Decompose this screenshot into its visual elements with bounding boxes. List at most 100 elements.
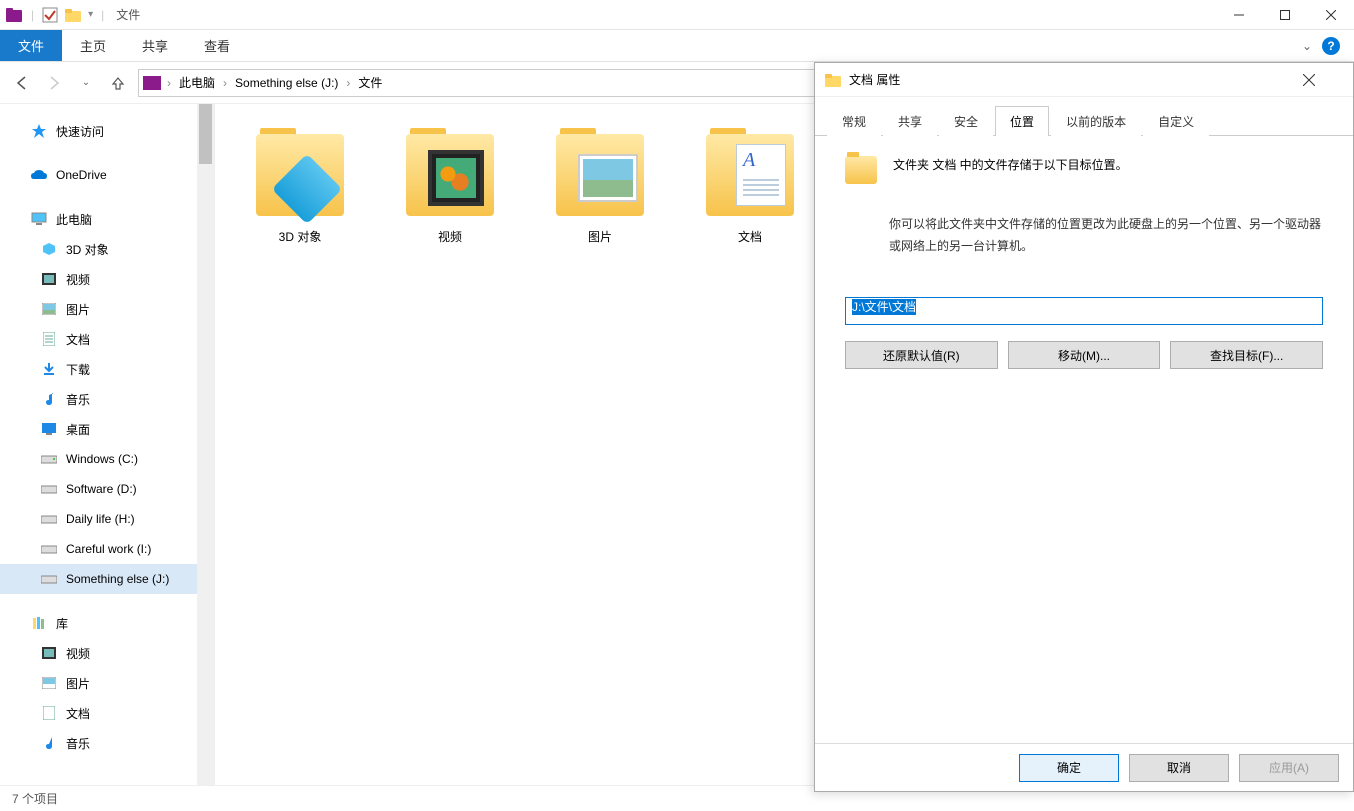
- folder-icon: [552, 124, 648, 220]
- tree-label: 桌面: [66, 421, 90, 438]
- drive-icon: [40, 570, 58, 588]
- tab-location[interactable]: 位置: [995, 106, 1049, 136]
- breadcrumb-item[interactable]: 此电脑: [173, 74, 221, 91]
- tree-drive-c[interactable]: Windows (C:): [0, 444, 214, 474]
- tree-label: 音乐: [66, 391, 90, 408]
- dialog-close-button[interactable]: [1303, 74, 1343, 86]
- qat-overflow-icon[interactable]: ▾: [88, 9, 93, 20]
- maximize-button[interactable]: [1262, 0, 1308, 30]
- tree-label: 快速访问: [56, 123, 104, 140]
- cube-icon: [40, 240, 58, 258]
- cloud-icon: [30, 166, 48, 184]
- music-icon: [40, 390, 58, 408]
- video-icon: [40, 644, 58, 662]
- apply-button[interactable]: 应用(A): [1239, 754, 1339, 782]
- recent-dropdown[interactable]: ⌄: [74, 71, 98, 95]
- ribbon-tab-home[interactable]: 主页: [62, 30, 124, 61]
- item-label: 3D 对象: [279, 228, 322, 245]
- qat-folder-icon[interactable]: [64, 7, 82, 23]
- item-pictures[interactable]: 图片: [545, 124, 655, 245]
- tree-lib-videos[interactable]: 视频: [0, 638, 214, 668]
- close-button[interactable]: [1308, 0, 1354, 30]
- qat-checkbox-icon[interactable]: [42, 7, 58, 23]
- tree-lib-pictures[interactable]: 图片: [0, 668, 214, 698]
- tree-pictures[interactable]: 图片: [0, 294, 214, 324]
- ribbon-tab-share[interactable]: 共享: [124, 30, 186, 61]
- drive-icon: [40, 450, 58, 468]
- tree-drive-i[interactable]: Careful work (I:): [0, 534, 214, 564]
- tree-music[interactable]: 音乐: [0, 384, 214, 414]
- tree-label: 音乐: [66, 735, 90, 752]
- tab-general[interactable]: 常规: [827, 106, 881, 136]
- cancel-button[interactable]: 取消: [1129, 754, 1229, 782]
- ribbon-tab-view[interactable]: 查看: [186, 30, 248, 61]
- tree-lib-documents[interactable]: 文档: [0, 698, 214, 728]
- tree-documents[interactable]: 文档: [0, 324, 214, 354]
- drive-icon: [40, 510, 58, 528]
- tree-label: 库: [56, 615, 68, 632]
- tree-videos[interactable]: 视频: [0, 264, 214, 294]
- dialog-footer: 确定 取消 应用(A): [815, 743, 1353, 791]
- tree-desktop[interactable]: 桌面: [0, 414, 214, 444]
- dialog-description: 你可以将此文件夹中文件存储的位置更改为此硬盘上的另一个位置、另一个驱动器或网络上…: [889, 214, 1323, 257]
- document-icon: [40, 704, 58, 722]
- ribbon-expand-icon[interactable]: ⌄: [1302, 39, 1312, 53]
- scrollbar-thumb[interactable]: [199, 104, 212, 164]
- music-icon: [40, 734, 58, 752]
- restore-default-button[interactable]: 还原默认值(R): [845, 341, 998, 369]
- item-3d-objects[interactable]: 3D 对象: [245, 124, 355, 245]
- back-button[interactable]: [10, 71, 34, 95]
- tree-drive-h[interactable]: Daily life (H:): [0, 504, 214, 534]
- tree-drive-j[interactable]: Something else (J:): [0, 564, 214, 594]
- find-target-button[interactable]: 查找目标(F)...: [1170, 341, 1323, 369]
- tree-onedrive[interactable]: OneDrive: [0, 160, 214, 190]
- tree-label: Software (D:): [66, 482, 137, 496]
- tree-3d-objects[interactable]: 3D 对象: [0, 234, 214, 264]
- item-label: 视频: [438, 228, 462, 245]
- dialog-tabs: 常规 共享 安全 位置 以前的版本 自定义: [815, 97, 1353, 136]
- chevron-right-icon[interactable]: ›: [346, 76, 350, 90]
- forward-button[interactable]: [42, 71, 66, 95]
- breadcrumb-item[interactable]: 文件: [352, 74, 388, 91]
- minimize-button[interactable]: [1216, 0, 1262, 30]
- ribbon-tab-file[interactable]: 文件: [0, 30, 62, 61]
- breadcrumb-icon: [143, 76, 161, 90]
- tab-previous[interactable]: 以前的版本: [1051, 106, 1141, 136]
- tab-security[interactable]: 安全: [939, 106, 993, 136]
- tree-label: 此电脑: [56, 211, 92, 228]
- window-controls: [1216, 0, 1354, 30]
- tree-drive-d[interactable]: Software (D:): [0, 474, 214, 504]
- item-videos[interactable]: 视频: [395, 124, 505, 245]
- tree-downloads[interactable]: 下载: [0, 354, 214, 384]
- tab-custom[interactable]: 自定义: [1143, 106, 1209, 136]
- tree-lib-music[interactable]: 音乐: [0, 728, 214, 758]
- location-input-value: J:\文件\文档: [852, 299, 916, 315]
- chevron-right-icon[interactable]: ›: [167, 76, 171, 90]
- tab-share[interactable]: 共享: [883, 106, 937, 136]
- tree-label: Windows (C:): [66, 452, 138, 466]
- tree-this-pc[interactable]: 此电脑: [0, 204, 214, 234]
- dialog-titlebar: 文档 属性: [815, 63, 1353, 97]
- tree-quick-access[interactable]: 快速访问: [0, 116, 214, 146]
- navtree: 快速访问 OneDrive 此电脑 3D 对象 视频 图片 文档: [0, 104, 215, 785]
- document-icon: [40, 330, 58, 348]
- item-documents[interactable]: 文档: [695, 124, 805, 245]
- chevron-right-icon[interactable]: ›: [223, 76, 227, 90]
- tree-label: 图片: [66, 301, 90, 318]
- location-input[interactable]: J:\文件\文档: [845, 297, 1323, 325]
- breadcrumb-item[interactable]: Something else (J:): [229, 76, 344, 90]
- ok-button[interactable]: 确定: [1019, 754, 1119, 782]
- status-count: 7 个项目: [12, 790, 58, 807]
- titlebar: | ▾ | 文件: [0, 0, 1354, 30]
- folder-icon: [252, 124, 348, 220]
- pc-icon: [30, 210, 48, 228]
- tree-libraries[interactable]: 库: [0, 608, 214, 638]
- help-icon[interactable]: ?: [1322, 37, 1340, 55]
- tree-label: 3D 对象: [66, 241, 109, 258]
- item-label: 图片: [588, 228, 612, 245]
- move-button[interactable]: 移动(M)...: [1008, 341, 1161, 369]
- dialog-body: 文件夹 文档 中的文件存储于以下目标位置。 你可以将此文件夹中文件存储的位置更改…: [815, 136, 1353, 743]
- up-button[interactable]: [106, 71, 130, 95]
- scrollbar[interactable]: [197, 104, 214, 785]
- folder-icon: [702, 124, 798, 220]
